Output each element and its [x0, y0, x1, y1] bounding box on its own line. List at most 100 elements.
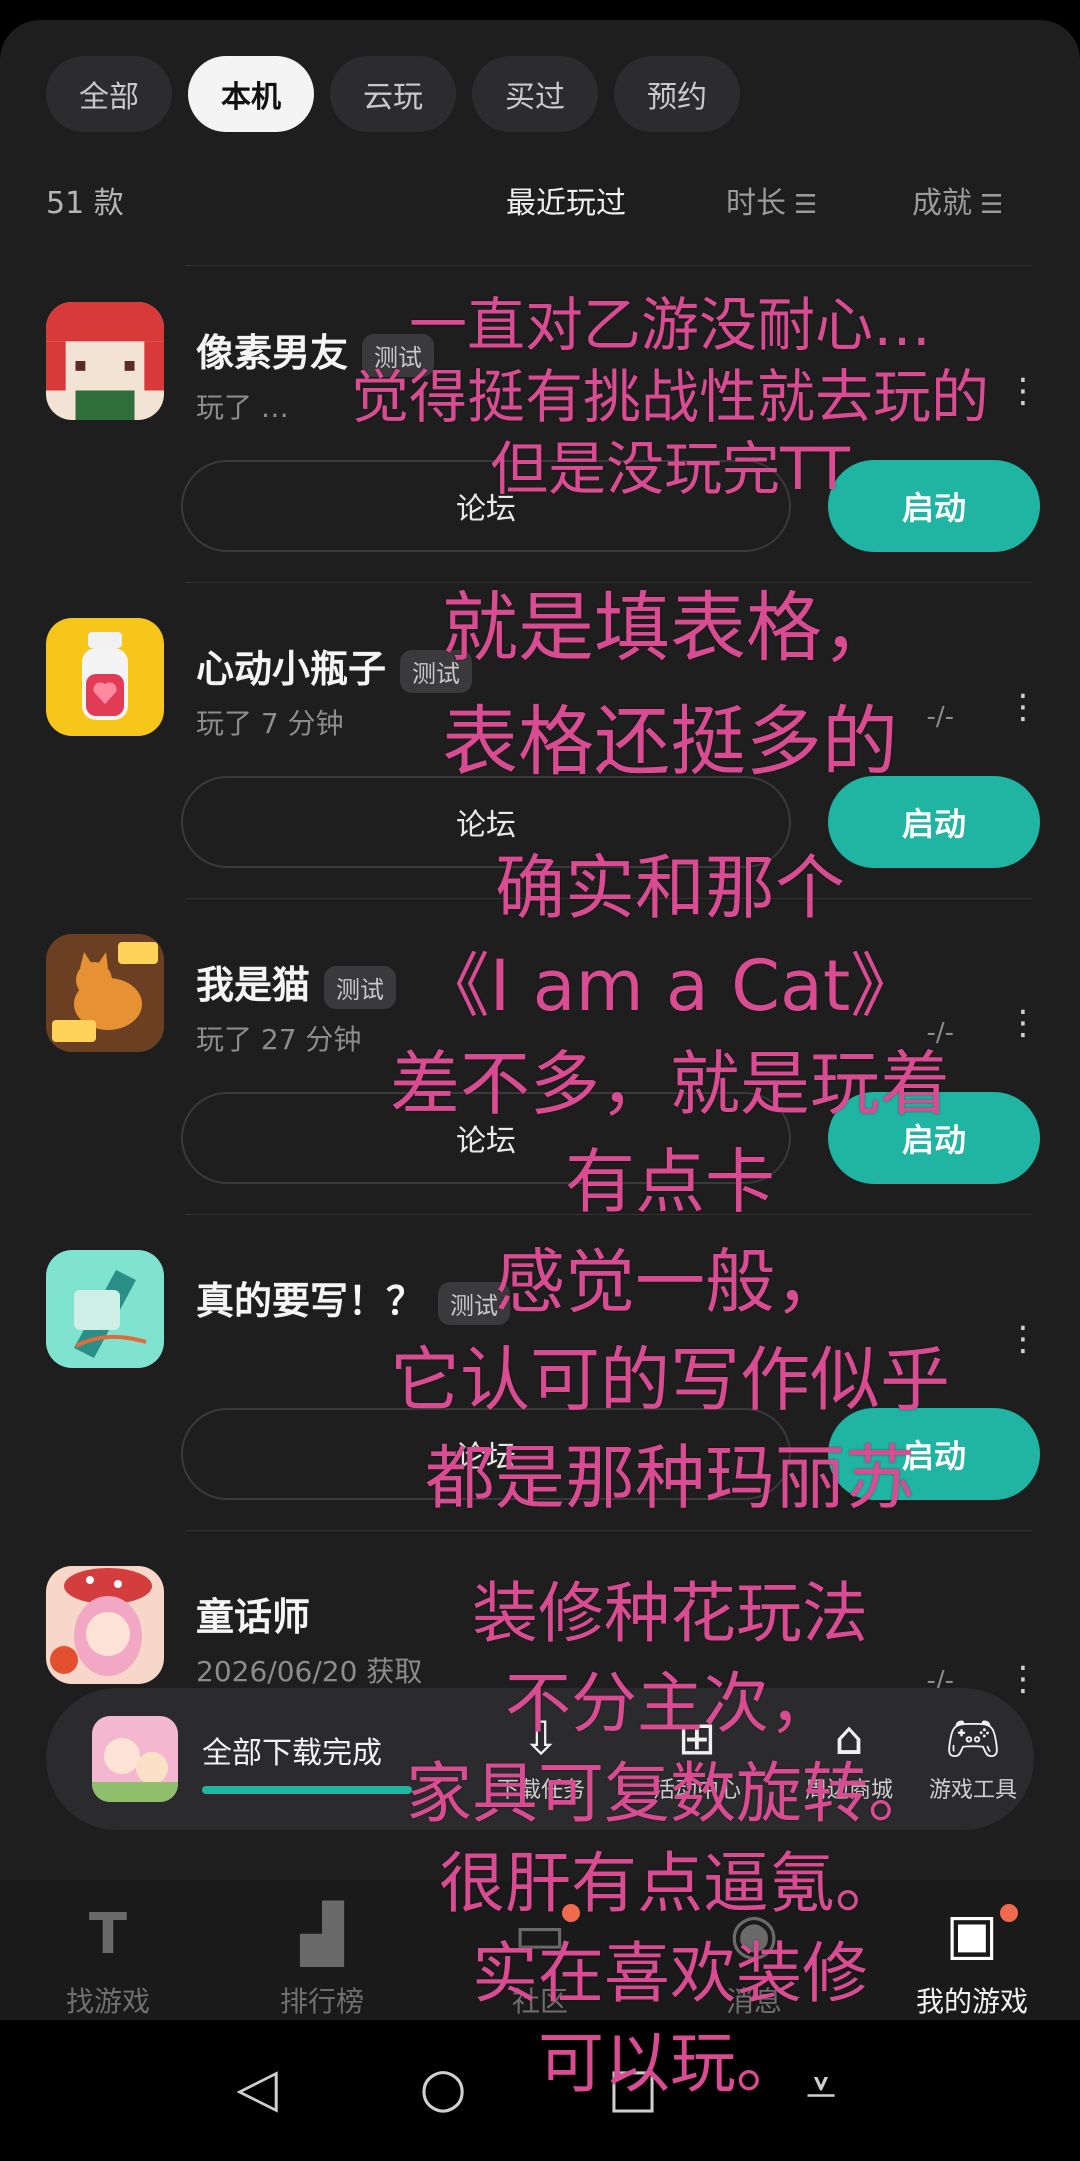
my-games-icon: ▣: [882, 1900, 1062, 1970]
test-badge: 测试: [324, 966, 397, 1009]
tab-all[interactable]: 全部: [46, 56, 172, 132]
i-am-cat-icon: [46, 934, 164, 1052]
launch-button[interactable]: 启动: [828, 776, 1040, 868]
game-name: 心动小瓶子 测试: [196, 638, 473, 693]
forum-button[interactable]: 论坛: [181, 776, 791, 868]
more-options-icon[interactable]: ⋮: [1006, 374, 1040, 408]
tab-label: 我的游戏: [915, 1985, 1028, 2018]
game-count: 51 款: [46, 186, 124, 221]
sort-icon: ☰: [794, 190, 818, 220]
event-center-button[interactable]: ⊞ 活动中心: [632, 1710, 762, 1804]
heart-bottle-icon: [46, 618, 164, 736]
download-task-button[interactable]: ⇩ 下载任务: [476, 1710, 606, 1804]
my-games-screen: 全部 本机 云玩 买过 预约 51 款 最近玩过 时长 ☰ 成就 ☰ 像素男友 测试 …: [0, 20, 1080, 2161]
divider: [185, 582, 1032, 583]
forum-button[interactable]: 论坛: [181, 1408, 791, 1500]
game-item[interactable]: 我是猫 测试 玩了 27 分钟 -/- ⋮ 论坛 启动: [46, 934, 1040, 1230]
notification-dot: [1000, 1904, 1018, 1922]
sort-achievement-label: 成就: [912, 186, 972, 221]
download-status-label: 全部下载完成: [202, 1736, 382, 1771]
game-name: 童话师: [196, 1586, 310, 1641]
notification-dot: [562, 1904, 580, 1922]
tab-reserved[interactable]: 预约: [614, 56, 740, 132]
launch-button[interactable]: 启动: [828, 460, 1040, 552]
download-progress-fill: [202, 1786, 412, 1794]
action-label: 周边商城: [804, 1778, 893, 1803]
sort-duration[interactable]: 时长 ☰: [726, 178, 817, 222]
gamepad-icon: 🎮︎: [943, 1711, 1003, 1765]
tab-label: 找游戏: [65, 1985, 150, 2018]
bottom-tab-bar: T 找游戏 ▟ 排行榜 ▭ 社区 ◉ 消息 ▣ 我的游戏: [0, 1880, 1080, 2040]
game-name: 我是猫 测试: [196, 954, 397, 1009]
tab-messages[interactable]: ◉ 消息: [664, 1900, 844, 2020]
download-game-thumbnail: [92, 1716, 178, 1802]
sort-icon: ☰: [980, 190, 1004, 220]
game-item[interactable]: 像素男友 测试 玩了 … ⋮ 论坛 启动: [46, 302, 1040, 598]
download-progress-bar: [202, 1786, 412, 1794]
more-options-icon[interactable]: ⋮: [1006, 1322, 1040, 1356]
sort-achievement[interactable]: 成就 ☰: [912, 178, 1003, 222]
notification-shade-icon[interactable]: ⩡: [776, 2058, 866, 2118]
game-tools-button[interactable]: 🎮︎ 游戏工具: [908, 1710, 1038, 1804]
game-item[interactable]: 童话师 2026/06/20 获取 -/- ⋮: [46, 1566, 1040, 1696]
playtime: 玩了 …: [196, 391, 289, 424]
tab-cloud[interactable]: 云玩: [330, 56, 456, 132]
pixel-boyfriend-icon: [46, 302, 164, 420]
back-icon[interactable]: ◁: [212, 2058, 302, 2118]
action-label: 游戏工具: [928, 1778, 1017, 1803]
tab-label: 消息: [725, 1985, 782, 2018]
community-icon: ▭: [450, 1900, 630, 1970]
playtime: 玩了 27 分钟: [196, 1023, 362, 1056]
game-name: 真的要写！？ 测试: [196, 1270, 511, 1325]
tab-my-games[interactable]: ▣ 我的游戏: [882, 1900, 1062, 2020]
tab-local[interactable]: 本机: [188, 56, 314, 132]
more-options-icon[interactable]: ⋮: [1006, 1006, 1040, 1040]
game-name-text: 像素男友: [196, 331, 349, 375]
home-icon[interactable]: ○: [398, 2058, 488, 2118]
rating: -/-: [926, 702, 954, 732]
test-badge: 测试: [438, 1282, 511, 1325]
game-item[interactable]: 心动小瓶子 测试 玩了 7 分钟 -/- ⋮ 论坛 启动: [46, 618, 1040, 914]
message-icon: ◉: [729, 1902, 779, 1967]
download-icon: ⇩: [521, 1711, 561, 1765]
fairy-tale-girl-icon: [46, 1566, 164, 1684]
tab-find-games[interactable]: T 找游戏: [18, 1900, 198, 2020]
launch-button[interactable]: 启动: [828, 1408, 1040, 1500]
more-options-icon[interactable]: ⋮: [1006, 1662, 1040, 1696]
gift-icon: ⊞: [677, 1711, 717, 1765]
recents-icon[interactable]: □: [588, 2058, 678, 2118]
divider: [185, 265, 1032, 266]
forum-button[interactable]: 论坛: [181, 460, 791, 552]
action-label: 活动中心: [652, 1778, 741, 1803]
tab-purchased[interactable]: 买过: [472, 56, 598, 132]
system-navigation-bar: ◁ ○ □ ⩡: [0, 2020, 1080, 2161]
ranking-icon: ▟: [300, 1902, 344, 1967]
download-status-bar[interactable]: 全部下载完成 ⇩ 下载任务 ⊞ 活动中心 ⌂ 周边商城 🎮︎ 游戏工具: [46, 1688, 1034, 1830]
rating: -/-: [926, 1018, 954, 1048]
t-logo-icon: T: [88, 1902, 128, 1967]
sort-bar: 51 款 最近玩过 时长 ☰ 成就 ☰: [46, 170, 1034, 230]
shop-icon: ⌂: [834, 1711, 864, 1765]
tab-community[interactable]: ▭ 社区: [450, 1900, 630, 2020]
game-name: 像素男友 测试: [196, 322, 435, 377]
forum-button[interactable]: 论坛: [181, 1092, 791, 1184]
launch-button[interactable]: 启动: [828, 1092, 1040, 1184]
acquired-date: 2026/06/20 获取: [196, 1655, 423, 1688]
merch-shop-button[interactable]: ⌂ 周边商城: [784, 1710, 914, 1804]
divider: [185, 1214, 1032, 1215]
tab-label: 社区: [511, 1985, 568, 2018]
game-name-text: 真的要写！？: [196, 1279, 425, 1323]
filter-tabs: 全部 本机 云玩 买过 预约: [46, 56, 740, 132]
tab-ranking[interactable]: ▟ 排行榜: [232, 1900, 412, 2020]
sort-recent[interactable]: 最近玩过: [506, 178, 626, 222]
action-label: 下载任务: [496, 1778, 585, 1803]
tab-label: 排行榜: [279, 1985, 364, 2018]
divider: [185, 898, 1032, 899]
sort-duration-label: 时长: [726, 186, 786, 221]
game-item[interactable]: 真的要写！？ 测试 ⋮ 论坛 启动: [46, 1250, 1040, 1546]
test-badge: 测试: [362, 334, 435, 377]
write-pen-icon: [46, 1250, 164, 1368]
more-options-icon[interactable]: ⋮: [1006, 690, 1040, 724]
playtime: 玩了 7 分钟: [196, 707, 344, 740]
game-name-text: 童话师: [196, 1595, 311, 1639]
